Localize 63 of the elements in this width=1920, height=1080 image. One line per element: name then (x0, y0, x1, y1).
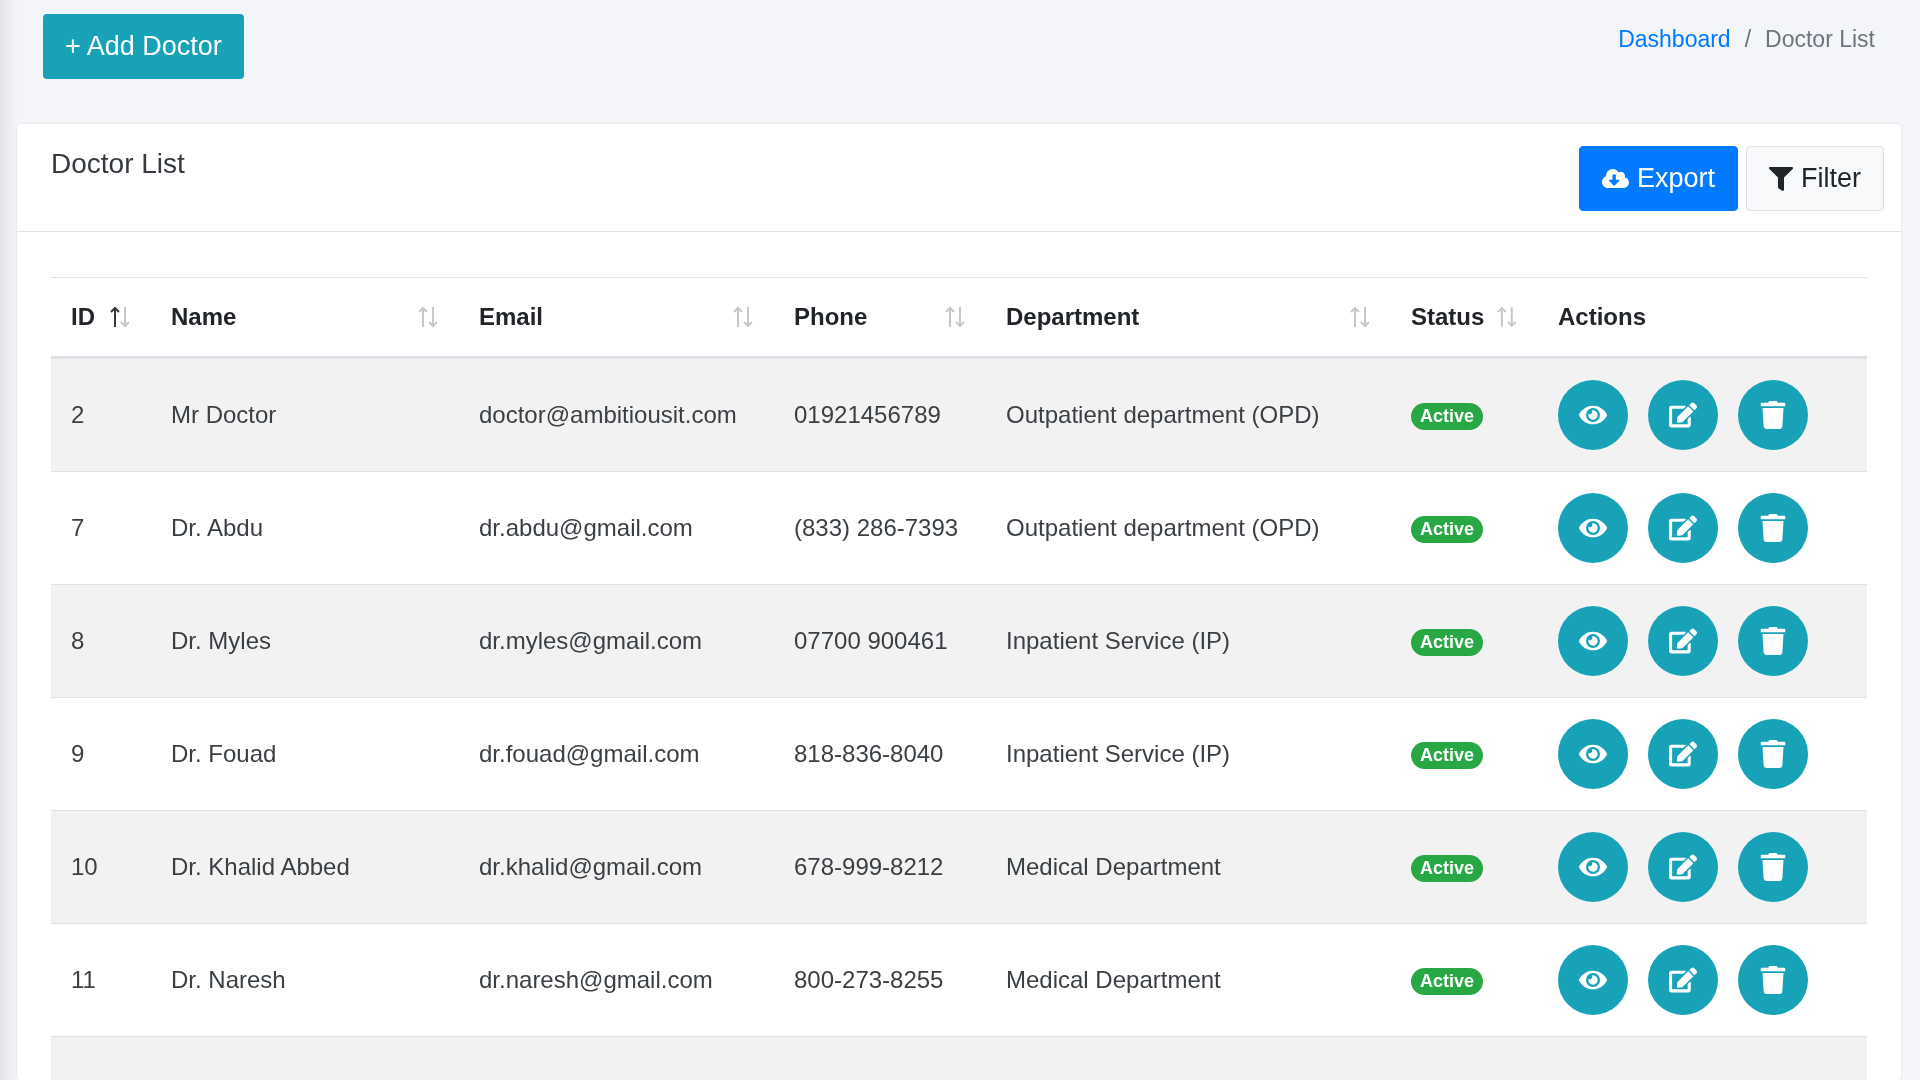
status-badge: Active (1411, 968, 1484, 995)
export-button[interactable]: Export (1578, 146, 1738, 211)
status-badge: Active (1411, 403, 1484, 430)
name-cell: Dr. Fouad (151, 697, 459, 811)
sort-arrows-icon[interactable] (109, 305, 131, 329)
id-cell: 8 (51, 584, 151, 698)
id-cell: 2 (51, 357, 151, 472)
phone-cell: 07700 900461 (774, 584, 986, 698)
status-badge: Active (1411, 742, 1484, 769)
phone-cell: (833) 286-7393 (774, 471, 986, 585)
column-header: Phone (794, 303, 868, 331)
trash-icon (1759, 627, 1787, 655)
edit-icon (1669, 627, 1697, 655)
email-cell: doctor@ambitiousit.com (459, 357, 774, 472)
card-title: Doctor List (51, 147, 185, 180)
trash-icon (1759, 966, 1787, 994)
name-cell: Dr. Naresh (151, 923, 459, 1037)
email-cell: dr.abdu@gmail.com (459, 471, 774, 585)
department-cell: Outpatient department (OPD) (986, 357, 1391, 472)
phone-cell: 01921456789 (774, 357, 986, 472)
edit-icon (1669, 740, 1697, 768)
department-cell: Inpatient Service (IP) (986, 584, 1391, 698)
trash-icon (1759, 514, 1787, 542)
breadcrumb-separator: / (1744, 26, 1752, 53)
department-cell: Outpatient department (OPD) (986, 471, 1391, 585)
trash-icon (1759, 740, 1787, 768)
column-header: Name (171, 303, 237, 331)
name-cell: Dr. Khalid Abbed (151, 810, 459, 924)
edit-icon (1669, 853, 1697, 881)
column-header: ID (71, 303, 95, 331)
edit-icon (1669, 514, 1697, 542)
filter-button[interactable]: Filter (1746, 146, 1884, 211)
id-cell: 10 (51, 810, 151, 924)
breadcrumb-current: Doctor List (1765, 26, 1875, 53)
status-badge: Active (1411, 516, 1484, 543)
name-cell: Mr Doctor (151, 357, 459, 472)
trash-icon (1759, 401, 1787, 429)
department-cell: Inpatient Service (IP) (986, 697, 1391, 811)
phone-cell: 678-999-8212 (774, 810, 986, 924)
email-cell: dr.naresh@gmail.com (459, 923, 774, 1037)
column-header: Actions (1558, 303, 1646, 331)
email-cell: dr.myles@gmail.com (459, 584, 774, 698)
trash-icon (1759, 853, 1787, 881)
status-badge: Active (1411, 855, 1484, 882)
id-cell: 7 (51, 471, 151, 585)
column-header: Email (479, 303, 544, 331)
id-cell: 9 (51, 697, 151, 811)
id-cell: 11 (51, 923, 151, 1037)
phone-cell: 818-836-8040 (774, 697, 986, 811)
filter-icon (1769, 166, 1793, 191)
name-cell: Dr. Myles (151, 584, 459, 698)
email-cell: dr.khalid@gmail.com (459, 810, 774, 924)
edit-icon (1669, 966, 1697, 994)
name-cell: Dr. Abdu (151, 471, 459, 585)
status-badge: Active (1411, 629, 1484, 656)
email-cell: dr.fouad@gmail.com (459, 697, 774, 811)
edit-icon (1669, 401, 1697, 429)
department-cell: Medical Department (986, 810, 1391, 924)
column-header: Status (1411, 303, 1485, 331)
breadcrumb-link[interactable]: Dashboard (1618, 26, 1731, 53)
column-header: Department (1006, 303, 1140, 331)
department-cell: Medical Department (986, 923, 1391, 1037)
phone-cell: 800-273-8255 (774, 923, 986, 1037)
